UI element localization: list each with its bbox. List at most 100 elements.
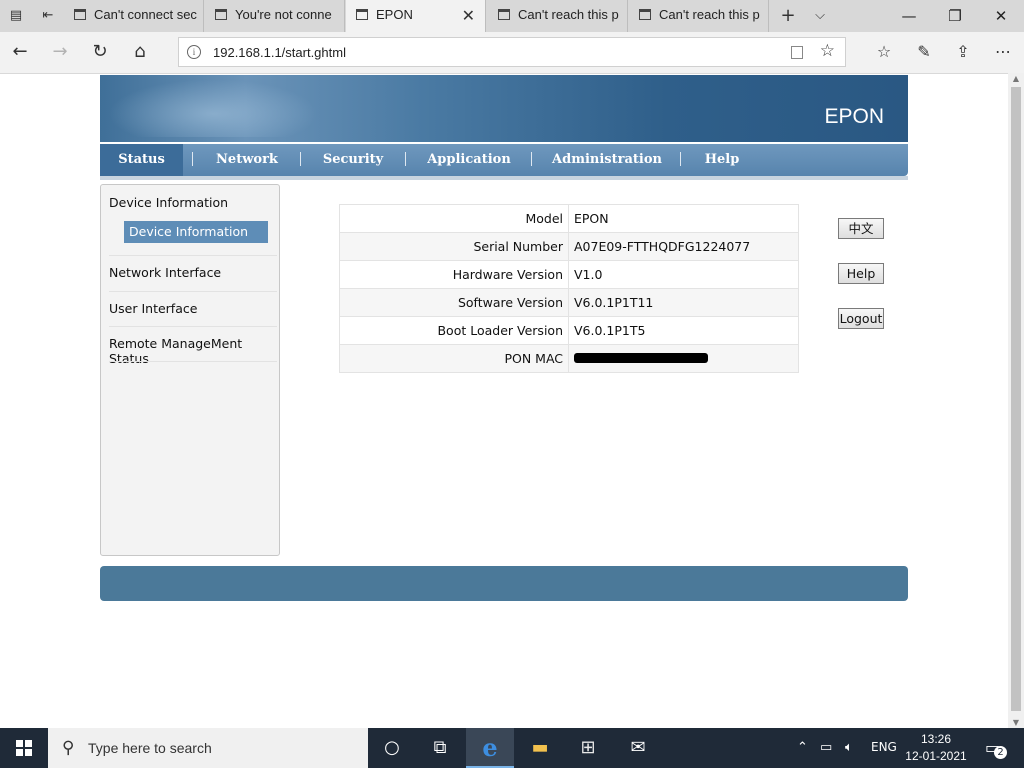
taskbar: ⚲ Type here to search ○ ⧉ e ▬ ⊞ ✉ ⌃ ▭ 🔈︎…	[0, 728, 1024, 768]
clock-date: 12-01-2021	[905, 749, 967, 763]
favorite-star-icon[interactable]: ☆	[820, 41, 835, 61]
tab-list-chevron-icon[interactable]: ⌵	[812, 8, 828, 24]
logout-button[interactable]: Logout	[838, 308, 884, 329]
row-value: EPON	[568, 204, 799, 233]
page-icon	[215, 9, 227, 20]
store-icon[interactable]: ⊞	[564, 728, 612, 768]
more-menu-icon[interactable]: ⋯	[991, 40, 1015, 64]
task-view-icon[interactable]: ⧉	[416, 728, 464, 768]
browser-tab-bar: ▤ ⇤ Can't connect sec You're not conne E…	[0, 0, 1024, 32]
tab-title: You're not conne	[235, 7, 332, 22]
table-row: PON MAC	[339, 344, 799, 373]
address-bar[interactable]: i 192.168.1.1/start.ghtml ☆	[178, 37, 846, 67]
menu-help[interactable]: Help	[692, 144, 752, 176]
menu-security[interactable]: Security	[312, 144, 394, 176]
back-arrow-icon[interactable]: ←	[8, 40, 32, 64]
input-language[interactable]: ENG	[871, 740, 897, 754]
home-icon[interactable]: ⌂	[128, 40, 152, 64]
network-icon[interactable]: ▭	[820, 740, 832, 755]
main-menu: Status Network Security Application Admi…	[100, 144, 908, 180]
sidebar-subitem-device-information[interactable]: Device Information	[124, 221, 268, 243]
row-value-redacted	[568, 344, 799, 373]
menu-administration[interactable]: Administration	[544, 144, 670, 176]
sidebar-item-device-information[interactable]: Device Information	[109, 195, 228, 210]
menu-separator	[680, 152, 681, 166]
tab-actions-icon[interactable]: ▤	[8, 8, 24, 24]
page-icon	[498, 9, 510, 20]
favorites-list-icon[interactable]: ☆	[872, 40, 896, 64]
volume-icon[interactable]: 🔈︎	[845, 740, 853, 755]
menu-separator	[531, 152, 532, 166]
close-window-button[interactable]: ✕	[986, 4, 1016, 28]
refresh-icon[interactable]: ↻	[88, 40, 112, 64]
menu-shadow	[100, 176, 908, 180]
row-label: Serial Number	[339, 232, 569, 261]
browser-tab[interactable]: Can't reach this p	[629, 0, 769, 32]
show-hidden-icons-chevron-icon[interactable]: ⌃	[797, 740, 808, 755]
sidebar-divider	[109, 255, 277, 256]
sidebar-divider	[109, 361, 277, 362]
redaction-mark	[574, 352, 708, 363]
start-button[interactable]	[0, 728, 48, 768]
browser-tab-active[interactable]: EPON ✕	[346, 0, 486, 32]
browser-tab[interactable]: You're not conne	[205, 0, 345, 32]
page-icon	[639, 9, 651, 20]
brand-title: EPON	[824, 105, 884, 128]
header-banner: EPON	[100, 75, 908, 142]
menu-separator	[192, 152, 193, 166]
table-row: Boot Loader Version V6.0.1P1T5	[339, 316, 799, 345]
new-tab-button[interactable]: +	[780, 7, 796, 25]
edge-browser-icon[interactable]: e	[466, 728, 514, 768]
close-tab-icon[interactable]: ✕	[462, 6, 475, 25]
table-row: Software Version V6.0.1P1T11	[339, 288, 799, 317]
browser-tab[interactable]: Can't reach this p	[488, 0, 628, 32]
share-icon[interactable]: ⇪	[951, 40, 975, 64]
help-button[interactable]: Help	[838, 263, 884, 284]
menu-application[interactable]: Application	[418, 144, 520, 176]
scroll-down-icon[interactable]: ▼	[1008, 718, 1024, 727]
tab-title: Can't connect sec	[94, 7, 197, 22]
restore-button[interactable]: ❐	[940, 4, 970, 28]
table-row: Model EPON	[339, 204, 799, 233]
row-label: Software Version	[339, 288, 569, 317]
pen-notes-icon[interactable]: ✎	[912, 40, 936, 64]
tab-title: Can't reach this p	[518, 7, 619, 22]
clock-time: 13:26	[920, 732, 952, 746]
row-value: V1.0	[568, 260, 799, 289]
cortana-circle-icon[interactable]: ○	[368, 728, 416, 768]
mail-icon[interactable]: ✉	[614, 728, 662, 768]
device-info-table: Model EPON Serial Number A07E09-FTTHQDFG…	[339, 204, 799, 373]
search-placeholder[interactable]: Type here to search	[88, 740, 212, 756]
scrollbar-thumb[interactable]	[1011, 87, 1021, 711]
page-icon	[356, 9, 368, 20]
browser-navigation-bar: ← → ↻ ⌂ i 192.168.1.1/start.ghtml ☆ ☆ ✎ …	[0, 32, 1024, 74]
row-value: V6.0.1P1T5	[568, 316, 799, 345]
site-info-icon[interactable]: i	[187, 45, 201, 59]
row-label: Boot Loader Version	[339, 316, 569, 345]
address-url[interactable]: 192.168.1.1/start.ghtml	[213, 45, 346, 60]
search-icon: ⚲	[62, 738, 75, 758]
menu-status[interactable]: Status	[100, 144, 183, 176]
menu-network[interactable]: Network	[204, 144, 290, 176]
taskbar-search[interactable]: ⚲ Type here to search	[48, 728, 368, 768]
row-value: A07E09-FTTHQDFG1224077	[568, 232, 799, 261]
windows-logo-icon	[16, 740, 32, 756]
forward-arrow-icon[interactable]: →	[48, 40, 72, 64]
reading-view-icon[interactable]	[791, 46, 803, 59]
tab-title: Can't reach this p	[659, 7, 760, 22]
minimize-button[interactable]: —	[894, 4, 924, 28]
sidebar-item-user-interface[interactable]: User Interface	[109, 301, 197, 316]
clock[interactable]: 13:26 12-01-2021	[900, 731, 972, 765]
scroll-up-icon[interactable]: ▲	[1008, 74, 1024, 83]
browser-tab[interactable]: Can't connect sec	[64, 0, 204, 32]
language-button[interactable]: 中文	[838, 218, 884, 239]
set-tabs-aside-icon[interactable]: ⇤	[40, 8, 56, 24]
row-label: Hardware Version	[339, 260, 569, 289]
page-scrollbar[interactable]: ▲ ▼	[1008, 73, 1024, 728]
sidebar-divider	[109, 326, 277, 327]
file-explorer-icon[interactable]: ▬	[516, 728, 564, 768]
table-row: Serial Number A07E09-FTTHQDFG1224077	[339, 232, 799, 261]
notification-badge: 2	[994, 746, 1007, 759]
sidebar-item-network-interface[interactable]: Network Interface	[109, 265, 221, 280]
banner-decoration	[108, 79, 318, 137]
